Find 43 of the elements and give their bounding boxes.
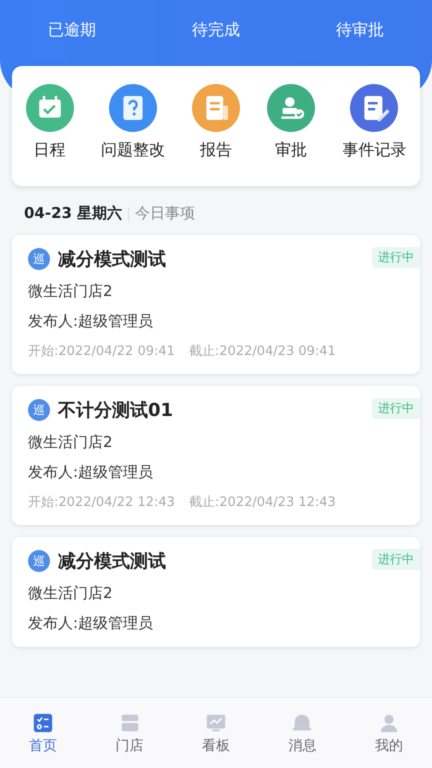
- start-time: 开始:2022/04/22 12:43: [28, 494, 175, 511]
- stamp-icon[interactable]: [267, 84, 316, 132]
- tab-item[interactable]: 首页: [8, 712, 78, 754]
- shortcut-label[interactable]: 审批: [275, 140, 308, 161]
- publisher-text: 发布人:超级管理员: [28, 312, 154, 331]
- calendar-icon[interactable]: [26, 84, 74, 132]
- tab-item[interactable]: 我的: [354, 712, 424, 754]
- patrol-badge: 巡: [28, 550, 50, 572]
- tab-item[interactable]: 门店: [94, 712, 165, 754]
- end-time: 截止:2022/04/23 12:43: [188, 494, 336, 511]
- status-tag: 进行中: [372, 549, 420, 570]
- task-title: 减分模式测试: [58, 248, 167, 271]
- stat-label[interactable]: 待完成: [166, 20, 266, 41]
- section-label: 今日事项: [135, 204, 196, 223]
- publisher-text: 发布人:超级管理员: [28, 614, 154, 633]
- tab-item[interactable]: 看板: [180, 712, 251, 754]
- status-tag: 进行中: [372, 247, 420, 268]
- store-name: 微生活门店2: [28, 584, 114, 603]
- task-card[interactable]: 巡 减分模式测试 进行中 微生活门店2 发布人:超级管理员: [12, 537, 420, 647]
- shortcut-label[interactable]: 问题整改: [100, 140, 165, 161]
- task-title: 减分模式测试: [58, 550, 167, 573]
- home-icon: [32, 712, 54, 734]
- store-name: 微生活门店2: [28, 282, 114, 301]
- stat-label[interactable]: 已逾期: [22, 20, 122, 41]
- task-card[interactable]: 巡 减分模式测试 进行中 微生活门店2 发布人:超级管理员 开始:2022/04/22 09:41 截止:2022/04/23 09:41: [12, 235, 420, 374]
- tab-item[interactable]: 消息: [267, 712, 338, 754]
- task-title: 不计分测试01: [58, 399, 174, 422]
- publisher-text: 发布人:超级管理员: [28, 463, 154, 482]
- shortcut-label[interactable]: 报告: [200, 140, 232, 161]
- date-label: 04-23 星期六: [24, 204, 122, 223]
- patrol-badge: 巡: [28, 248, 50, 270]
- task-card[interactable]: 巡 不计分测试01 进行中 微生活门店2 发布人:超级管理员 开始:2022/04/22 12:43 截止:2022/04/23 12:43: [12, 386, 420, 525]
- start-time: 开始:2022/04/22 09:41: [28, 343, 175, 360]
- shortcut-label[interactable]: 日程: [34, 140, 66, 161]
- question-icon[interactable]: [108, 84, 157, 132]
- store-name: 微生活门店2: [28, 433, 114, 452]
- end-time: 截止:2022/04/23 09:41: [188, 343, 336, 360]
- note-icon[interactable]: [350, 84, 398, 132]
- patrol-badge: 巡: [28, 399, 50, 421]
- stat-label[interactable]: 待审批: [310, 20, 410, 41]
- report-icon[interactable]: [192, 84, 240, 132]
- status-tag: 进行中: [372, 398, 420, 419]
- shortcut-label[interactable]: 事件记录: [342, 140, 406, 161]
